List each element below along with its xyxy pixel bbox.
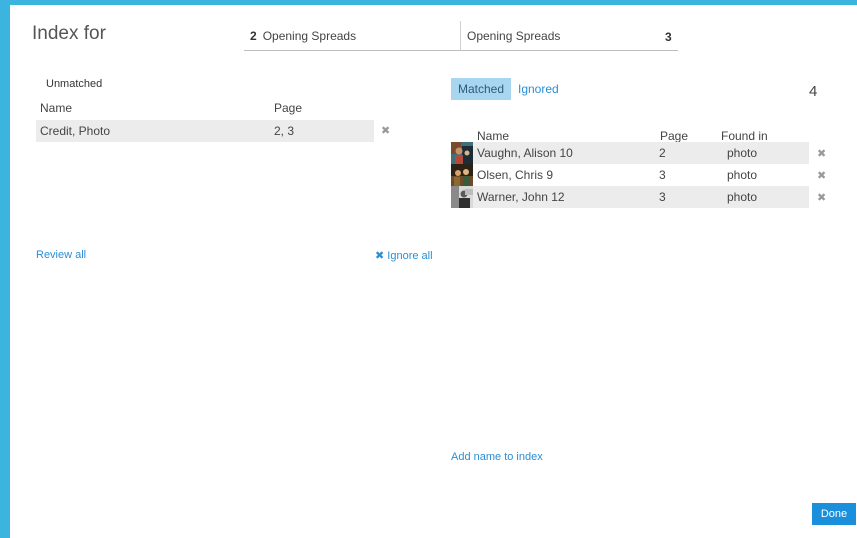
- matched-page-header: Page: [660, 129, 689, 143]
- matched-row[interactable]: Warner, John 12 3 photo: [451, 186, 809, 208]
- photo-thumbnail: [451, 142, 473, 164]
- unmatched-heading: Unmatched: [46, 78, 103, 90]
- photo-thumbnail: [451, 186, 473, 208]
- matched-row[interactable]: Olsen, Chris 9 3 photo: [451, 164, 809, 186]
- matched-row-name: Olsen, Chris 9: [477, 168, 554, 182]
- right-spread-label: Opening Spreads: [467, 28, 561, 43]
- tab-left-spread[interactable]: 2 Opening Spreads: [244, 21, 460, 51]
- tab-matched[interactable]: Matched: [451, 78, 512, 100]
- done-button[interactable]: Done: [812, 503, 856, 525]
- ignore-all-link[interactable]: ✖ Ignore all: [375, 249, 433, 262]
- review-all-link[interactable]: Review all: [36, 249, 86, 261]
- remove-matched-icon[interactable]: ✖: [817, 191, 826, 204]
- matched-row-page: 3: [659, 168, 666, 182]
- remove-unmatched-icon[interactable]: ✖: [381, 124, 390, 137]
- left-spread-number: 2: [250, 28, 257, 43]
- unmatched-row-page: 2, 3: [274, 124, 295, 138]
- matched-row[interactable]: Vaughn, Alison 10 2 photo: [451, 142, 809, 164]
- unmatched-page-header: Page: [274, 101, 303, 115]
- matched-row-page: 2: [659, 146, 666, 160]
- unmatched-name-header: Name: [40, 101, 73, 115]
- left-spread-label: Opening Spreads: [262, 28, 357, 43]
- ignore-all-label: Ignore all: [387, 250, 433, 262]
- page-title: Index for: [32, 23, 106, 44]
- remove-matched-icon[interactable]: ✖: [817, 169, 826, 182]
- add-name-link[interactable]: Add name to index: [451, 451, 543, 463]
- matched-row-name: Vaughn, Alison 10: [477, 146, 573, 160]
- matched-row-name: Warner, John 12: [477, 190, 565, 204]
- photo-thumbnail: [451, 164, 473, 186]
- matched-row-found-in: photo: [727, 146, 758, 160]
- matched-row-found-in: photo: [727, 190, 758, 204]
- matched-name-header: Name: [477, 129, 510, 143]
- tab-ignored[interactable]: Ignored: [511, 78, 566, 100]
- matched-count: 4: [809, 83, 818, 100]
- matched-row-found-in: photo: [727, 168, 758, 182]
- unmatched-row[interactable]: Credit, Photo 2, 3: [36, 120, 374, 142]
- matched-found-header: Found in: [721, 129, 768, 143]
- unmatched-row-name: Credit, Photo: [40, 124, 111, 138]
- index-dialog: Index for 2 Opening Spreads Opening Spre…: [0, 0, 857, 538]
- right-spread-number: 3: [665, 30, 672, 44]
- matched-row-page: 3: [659, 190, 666, 204]
- remove-matched-icon[interactable]: ✖: [817, 147, 826, 160]
- tab-right-spread[interactable]: Opening Spreads 3: [460, 21, 678, 51]
- ignore-x-icon: ✖: [375, 250, 385, 262]
